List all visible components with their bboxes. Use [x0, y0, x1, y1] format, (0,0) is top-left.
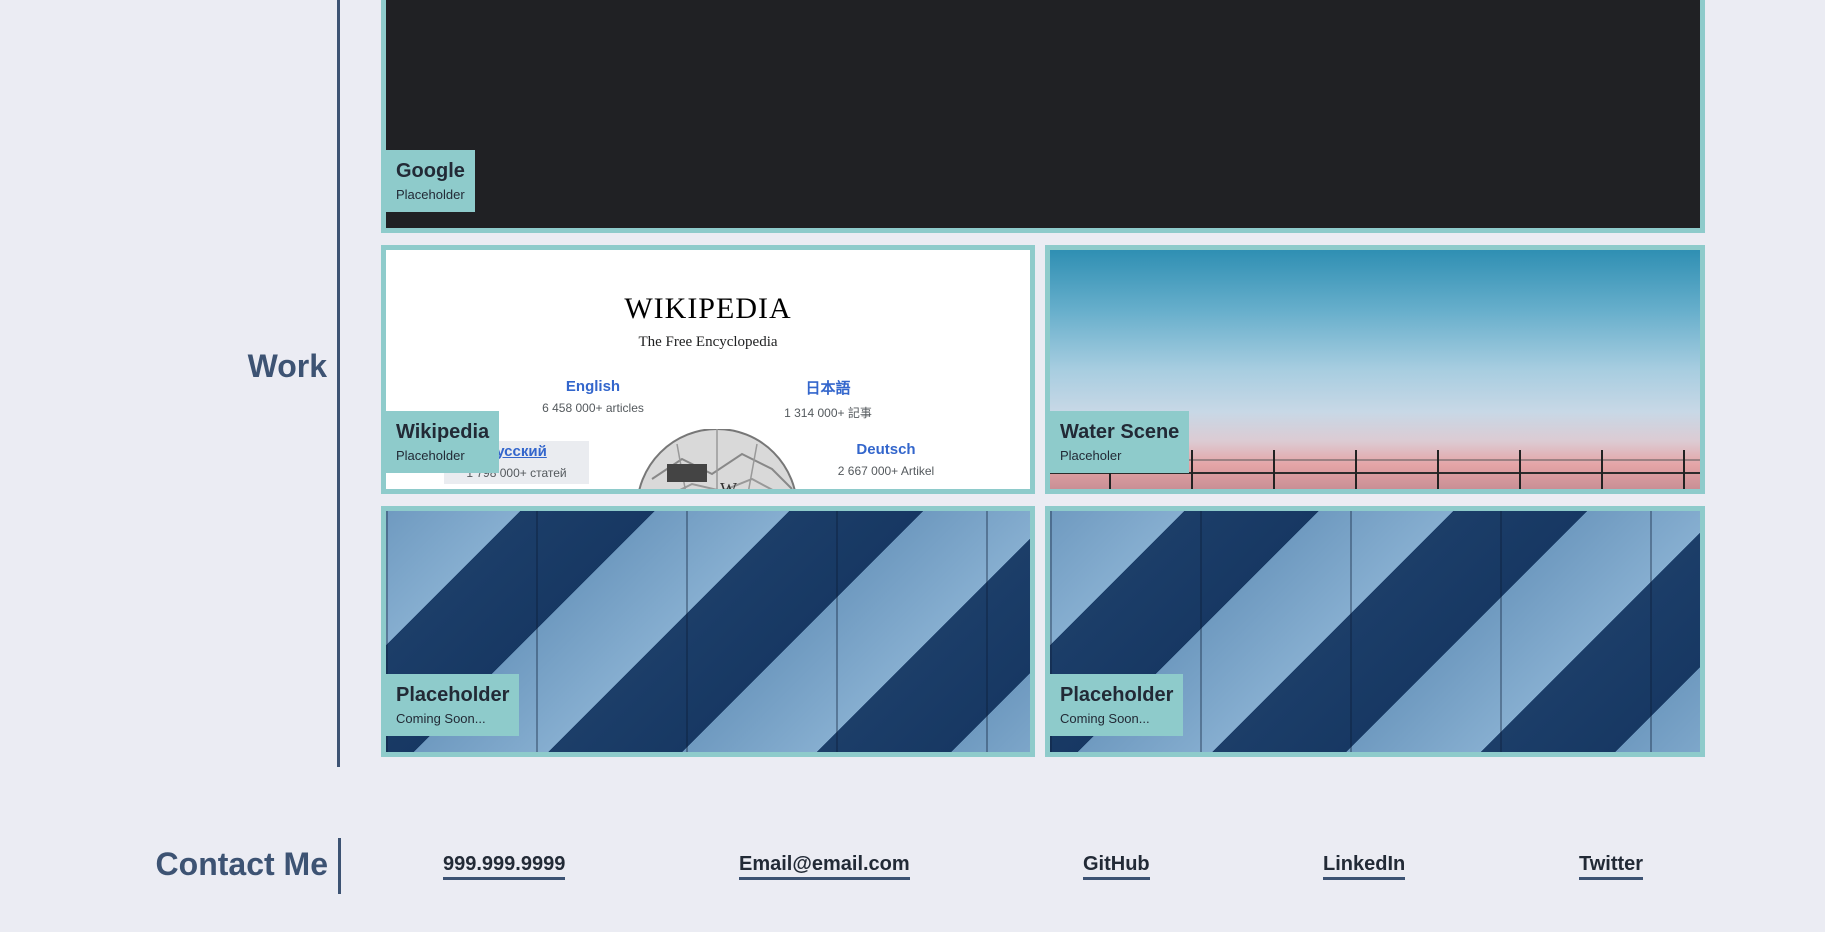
project-caption: Wikipedia Placeholder	[386, 411, 500, 473]
contact-section-title: Contact Me	[155, 846, 328, 882]
project-caption: Placeholder Coming Soon...	[386, 674, 520, 736]
project-tile-google[interactable]: Google Placeholder	[381, 0, 1705, 233]
project-subtitle: Placeholer	[1060, 448, 1122, 463]
wikipedia-lang-german: Deutsch 2 667 000+ Artikel	[837, 441, 935, 478]
work-divider	[337, 0, 340, 767]
project-caption: Placeholder Coming Soon...	[1050, 674, 1184, 736]
wikipedia-lang-japanese: 日本語 1 314 000+ 記事	[784, 380, 872, 420]
project-title: Placeholder	[1060, 684, 1174, 706]
project-subtitle: Placeholder	[396, 187, 465, 202]
project-title: Wikipedia	[396, 421, 490, 443]
svg-text:W: W	[720, 479, 737, 494]
project-subtitle: Placeholder	[396, 448, 465, 463]
page: Work Google Placeholder WIKIPEDIA The Fr…	[0, 0, 1825, 932]
work-section-title: Work	[247, 348, 327, 384]
project-subtitle: Coming Soon...	[396, 711, 486, 726]
project-tile-water-scene[interactable]: Water Scene Placeholer	[1045, 245, 1705, 494]
contact-email-link[interactable]: Email@email.com	[739, 852, 910, 880]
project-tile-placeholder-1[interactable]: Placeholder Coming Soon...	[381, 506, 1035, 757]
wikipedia-lang-english: English 6 458 000+ articles	[542, 378, 644, 415]
wikipedia-tagline: The Free Encyclopedia	[638, 334, 778, 350]
contact-linkedin-link[interactable]: LinkedIn	[1323, 852, 1406, 880]
project-title: Placeholder	[396, 684, 510, 706]
wikipedia-logo-text: WIKIPEDIA	[624, 292, 792, 325]
contact-phone-link[interactable]: 999.999.9999	[443, 852, 566, 880]
project-title: Water Scene	[1060, 421, 1180, 443]
project-caption: Google Placeholder	[386, 150, 475, 212]
project-subtitle: Coming Soon...	[1060, 711, 1150, 726]
project-tile-placeholder-2[interactable]: Placeholder Coming Soon...	[1045, 506, 1705, 757]
project-caption: Water Scene Placeholer	[1050, 411, 1190, 473]
contact-twitter-link[interactable]: Twitter	[1579, 852, 1644, 880]
project-title: Google	[396, 160, 465, 182]
contact-divider	[338, 838, 341, 894]
contact-github-link[interactable]: GitHub	[1083, 852, 1150, 880]
wikipedia-globe-icon: W	[638, 429, 796, 494]
project-tile-wikipedia[interactable]: WIKIPEDIA The Free Encyclopedia English …	[381, 245, 1035, 494]
